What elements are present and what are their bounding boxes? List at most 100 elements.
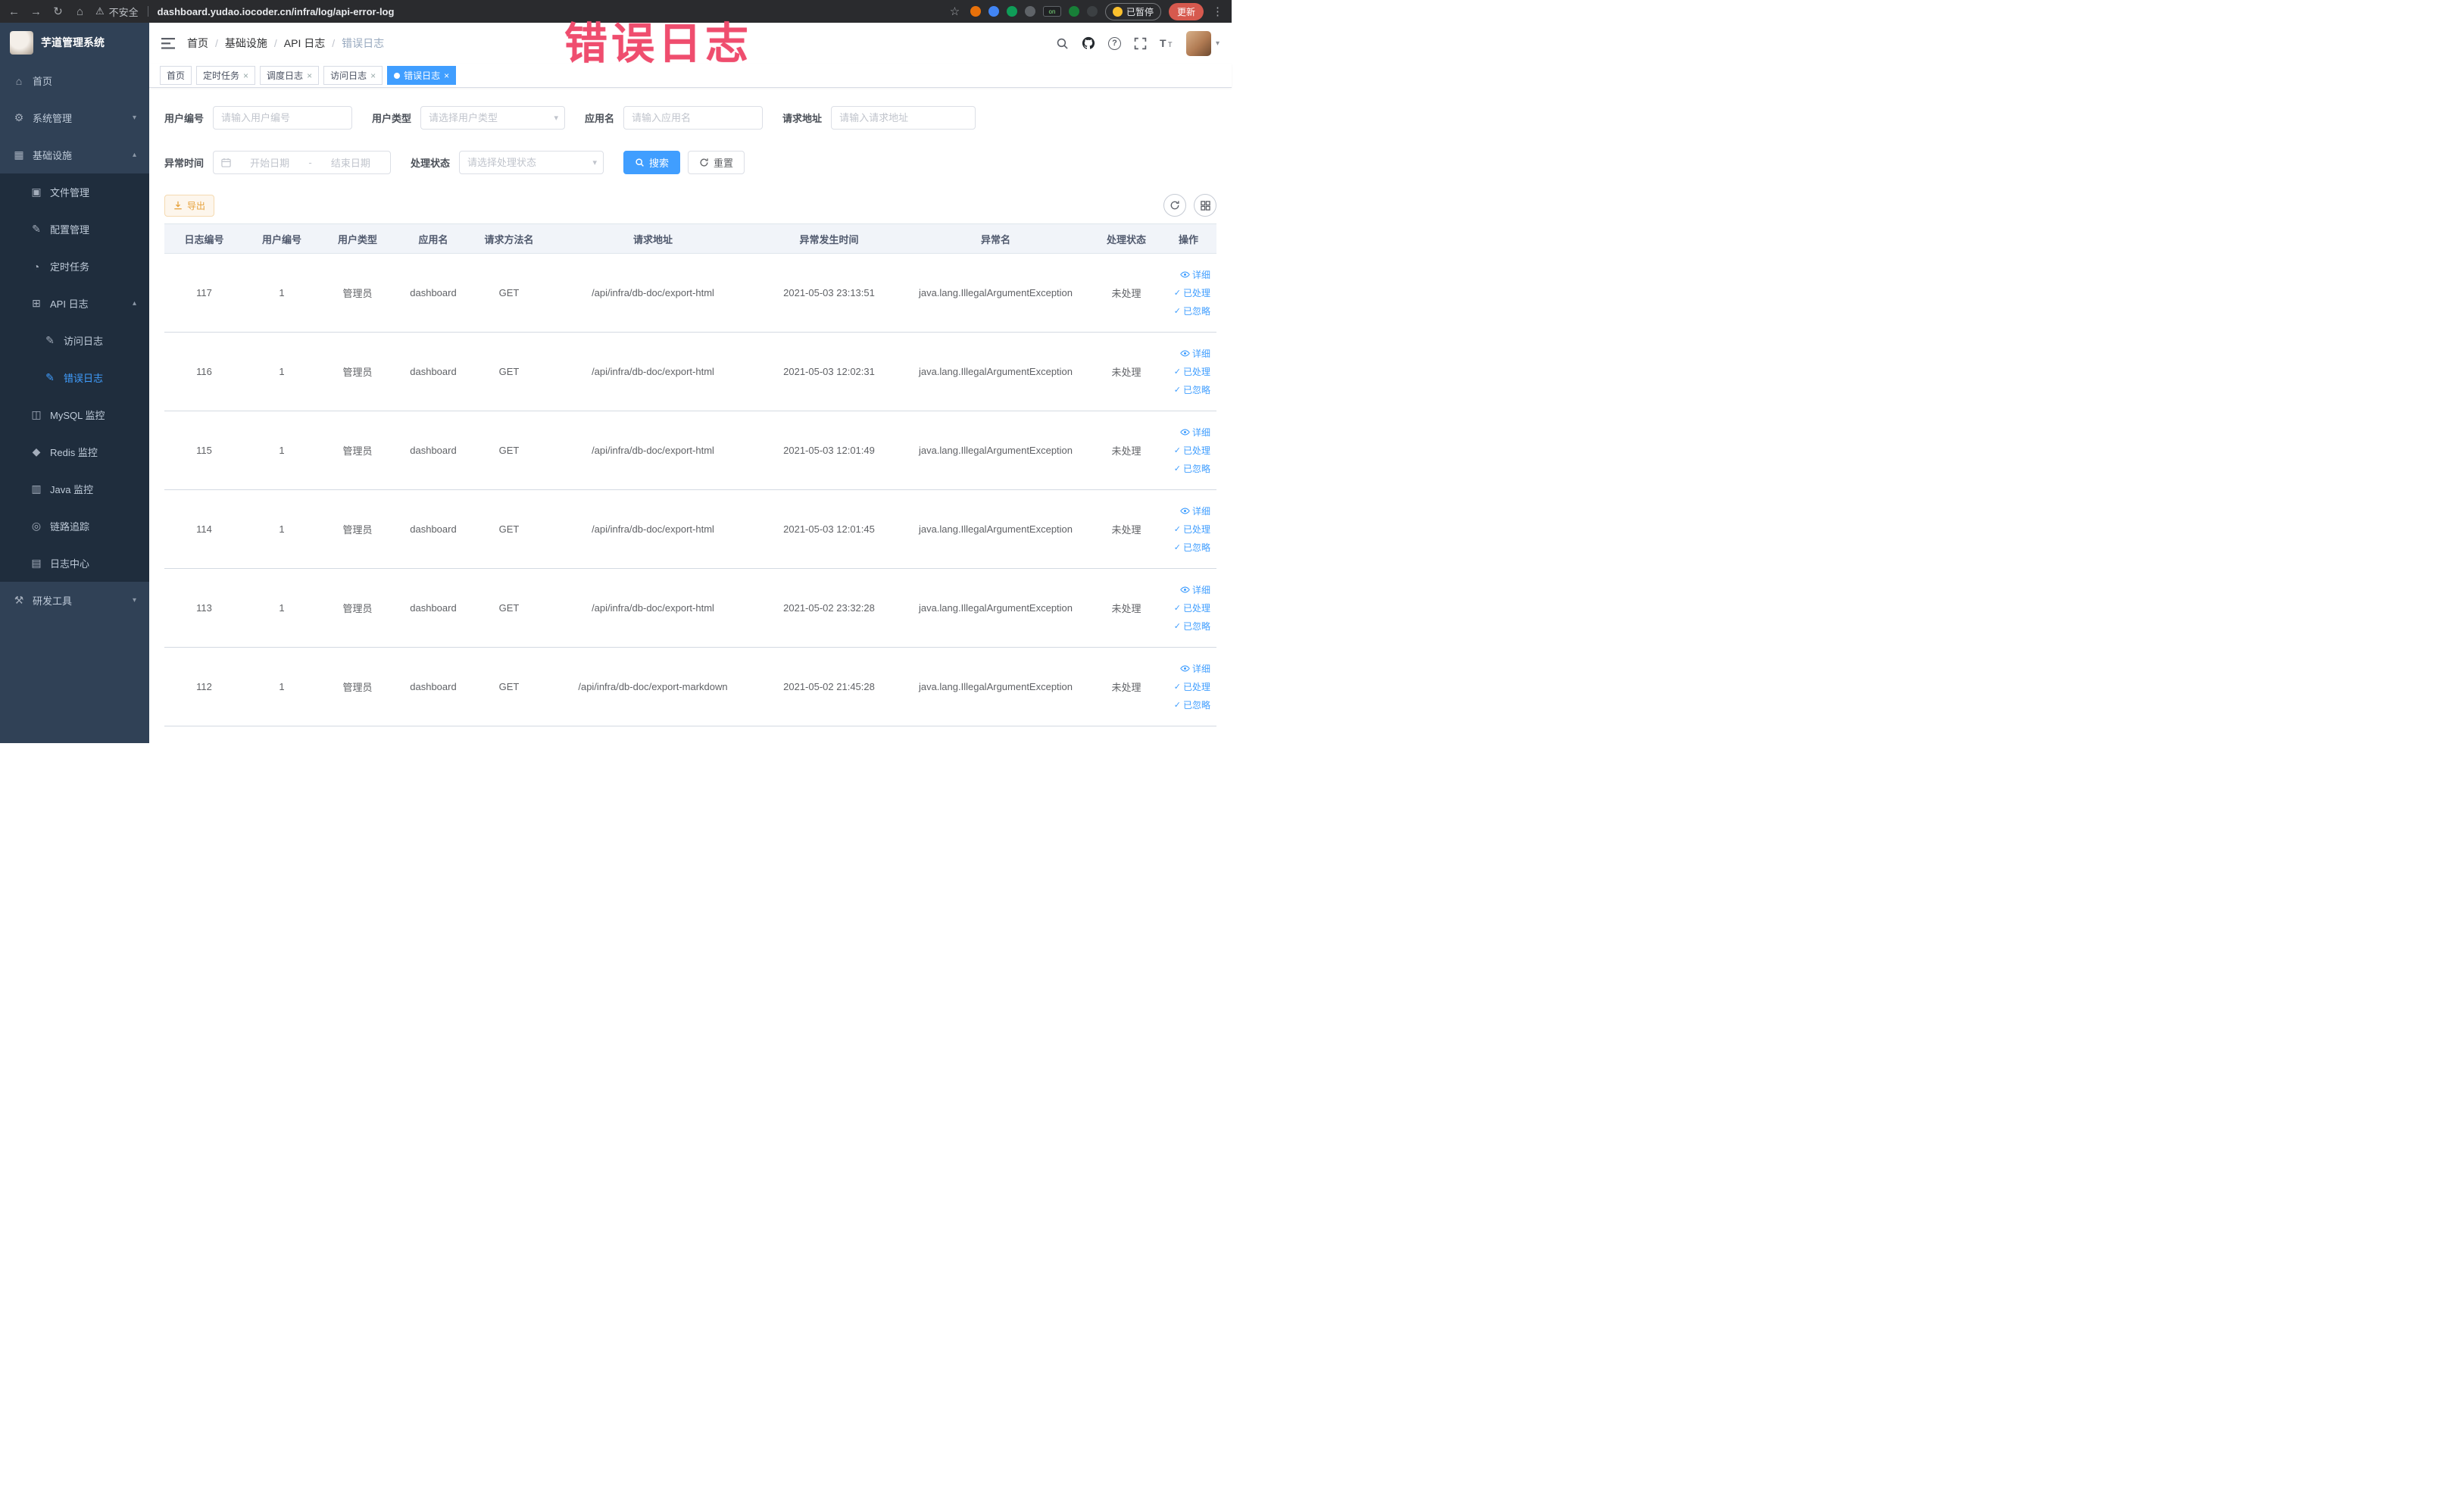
breadcrumb-api-log[interactable]: API 日志 (284, 36, 325, 51)
mark-processed-link[interactable]: ✓ 已处理 (1174, 601, 1210, 614)
url-bar[interactable]: dashboard.yudao.iocoder.cn/infra/log/api… (158, 6, 939, 17)
cell-app-name: dashboard (395, 647, 471, 726)
sidebar-item-access-log[interactable]: ✎ 访问日志 (0, 322, 149, 359)
help-icon[interactable]: ? (1107, 36, 1121, 50)
sidebar-item-error-log[interactable]: ✎ 错误日志 (0, 359, 149, 396)
mark-ignored-link[interactable]: ✓ 已忽略 (1174, 698, 1210, 711)
browser-reload-icon[interactable]: ↻ (52, 5, 64, 18)
browser-update-button[interactable]: 更新 (1168, 2, 1204, 20)
extension-leaf-icon[interactable] (1068, 6, 1079, 17)
detail-link[interactable]: 详细 (1180, 583, 1210, 596)
edit-icon: ✎ (32, 223, 41, 235)
sidebar-item-scheduled-tasks[interactable]: ◔ 定时任务 (0, 248, 149, 285)
extension-battery-icon[interactable]: on (1042, 6, 1061, 17)
paused-badge-label: 已暂停 (1126, 6, 1154, 17)
date-start-placeholder[interactable]: 开始日期 (238, 155, 301, 170)
extensions-puzzle-icon[interactable] (1024, 6, 1035, 17)
cell-log-id: 112 (164, 647, 244, 726)
browser-home-icon[interactable]: ⌂ (73, 5, 86, 18)
eye-icon (1180, 665, 1190, 672)
sidebar-item-redis-monitor[interactable]: ◆ Redis 监控 (0, 433, 149, 470)
extension-shield-icon[interactable] (970, 6, 981, 17)
close-icon[interactable]: × (243, 70, 248, 81)
app-name-input[interactable] (623, 106, 764, 130)
column-settings-button[interactable] (1194, 194, 1216, 217)
tab-access-log[interactable]: 访问日志 × (323, 66, 383, 85)
breadcrumb-infrastructure[interactable]: 基础设施 (225, 36, 267, 51)
cell-user-id: 1 (244, 568, 320, 648)
sidebar-item-trace[interactable]: ◎ 链路追踪 (0, 508, 149, 545)
sidebar-item-api-log[interactable]: ⊞ API 日志 ▴ (0, 285, 149, 322)
mark-processed-link[interactable]: ✓ 已处理 (1174, 444, 1210, 457)
browser-menu-kebab-icon[interactable]: ⋮ (1211, 5, 1224, 18)
sidebar-item-log-center[interactable]: ▤ 日志中心 (0, 545, 149, 582)
browser-forward-icon[interactable]: → (30, 5, 42, 18)
github-icon[interactable] (1082, 36, 1095, 50)
sidebar-item-java-monitor[interactable]: ▥ Java 监控 (0, 470, 149, 508)
user-type-label: 用户类型 (372, 113, 412, 124)
user-id-input[interactable] (213, 106, 353, 130)
action-label: 已处理 (1182, 445, 1210, 456)
mark-processed-link[interactable]: ✓ 已处理 (1174, 365, 1210, 378)
download-icon (174, 201, 182, 210)
extension-drop-icon[interactable] (988, 6, 999, 17)
process-status-select[interactable] (459, 151, 604, 174)
extension-paw-icon[interactable] (1086, 6, 1098, 17)
sidebar-item-config-management[interactable]: ✎ 配置管理 (0, 211, 149, 248)
sidebar-item-mysql-monitor[interactable]: ◫ MySQL 监控 (0, 396, 149, 433)
browser-back-icon[interactable]: ← (8, 5, 20, 18)
col-request-url: 请求地址 (547, 223, 759, 254)
tab-scheduled-tasks[interactable]: 定时任务 × (196, 66, 256, 85)
sidebar-logo[interactable]: 芋道管理系统 (0, 23, 149, 62)
mark-processed-link[interactable]: ✓ 已处理 (1174, 523, 1210, 536)
request-url-input[interactable] (831, 106, 976, 130)
export-button[interactable]: 导出 (164, 194, 215, 217)
extension-v-icon[interactable] (1006, 6, 1017, 17)
breadcrumb: 首页 / 基础设施 / API 日志 / 错误日志 (187, 36, 384, 51)
tab-schedule-log[interactable]: 调度日志 × (260, 66, 320, 85)
cell-app-name: dashboard (395, 489, 471, 569)
search-button-label: 搜索 (649, 158, 670, 169)
refresh-table-button[interactable] (1163, 194, 1186, 217)
sidebar-item-home[interactable]: ⌂ 首页 (0, 62, 149, 99)
close-icon[interactable]: × (307, 70, 312, 81)
sidebar-item-system-management[interactable]: ⚙ 系统管理 ▾ (0, 99, 149, 136)
mark-processed-link[interactable]: ✓ 已处理 (1174, 286, 1210, 299)
mark-ignored-link[interactable]: ✓ 已忽略 (1174, 462, 1210, 475)
sidebar-toggle-hamburger-icon[interactable] (161, 37, 175, 49)
sidebar-item-label: 配置管理 (50, 224, 90, 236)
mark-processed-link[interactable]: ✓ 已处理 (1174, 680, 1210, 693)
detail-link[interactable]: 详细 (1180, 347, 1210, 360)
detail-link[interactable]: 详细 (1180, 268, 1210, 281)
fullscreen-icon[interactable] (1134, 37, 1147, 50)
search-icon[interactable] (1056, 37, 1069, 50)
detail-link[interactable]: 详细 (1180, 505, 1210, 517)
user-avatar-menu[interactable]: ▾ (1185, 30, 1220, 56)
site-security-indicator[interactable]: ⚠ 不安全 (95, 5, 139, 19)
font-size-icon[interactable]: TT (1160, 37, 1173, 49)
mark-ignored-link[interactable]: ✓ 已忽略 (1174, 305, 1210, 317)
mark-ignored-link[interactable]: ✓ 已忽略 (1174, 620, 1210, 633)
detail-link[interactable]: 详细 (1180, 662, 1210, 675)
mark-ignored-link[interactable]: ✓ 已忽略 (1174, 383, 1210, 396)
close-icon[interactable]: × (444, 70, 449, 81)
detail-link[interactable]: 详细 (1180, 426, 1210, 439)
table-row: 112 1 管理员 dashboard GET /api/infra/db-do… (164, 647, 1216, 726)
tab-error-log[interactable]: 错误日志 × (387, 66, 457, 85)
breadcrumb-home[interactable]: 首页 (187, 36, 208, 51)
sidebar-item-dev-tools[interactable]: ⚒ 研发工具 ▾ (0, 582, 149, 619)
tab-home[interactable]: 首页 (160, 66, 192, 85)
sidebar-menu: ⌂ 首页 ⚙ 系统管理 ▾ ▦ 基础设施 ▴ ▣ 文件管理 ✎ 配置管理 ◔ 定… (0, 62, 149, 743)
mark-ignored-link[interactable]: ✓ 已忽略 (1174, 541, 1210, 554)
sidebar-item-infrastructure[interactable]: ▦ 基础设施 ▴ (0, 136, 149, 173)
exception-time-range-picker[interactable]: 开始日期 - 结束日期 (213, 151, 392, 174)
user-type-select[interactable] (420, 106, 566, 130)
bookmark-star-icon[interactable]: ☆ (948, 5, 961, 18)
date-end-placeholder[interactable]: 结束日期 (319, 155, 383, 170)
action-label: 已忽略 (1182, 306, 1210, 317)
close-icon[interactable]: × (370, 70, 376, 81)
reset-button[interactable]: 重置 (688, 151, 745, 174)
search-button[interactable]: 搜索 (623, 151, 681, 174)
paused-badge[interactable]: 已暂停 (1104, 2, 1161, 20)
sidebar-item-file-management[interactable]: ▣ 文件管理 (0, 173, 149, 211)
